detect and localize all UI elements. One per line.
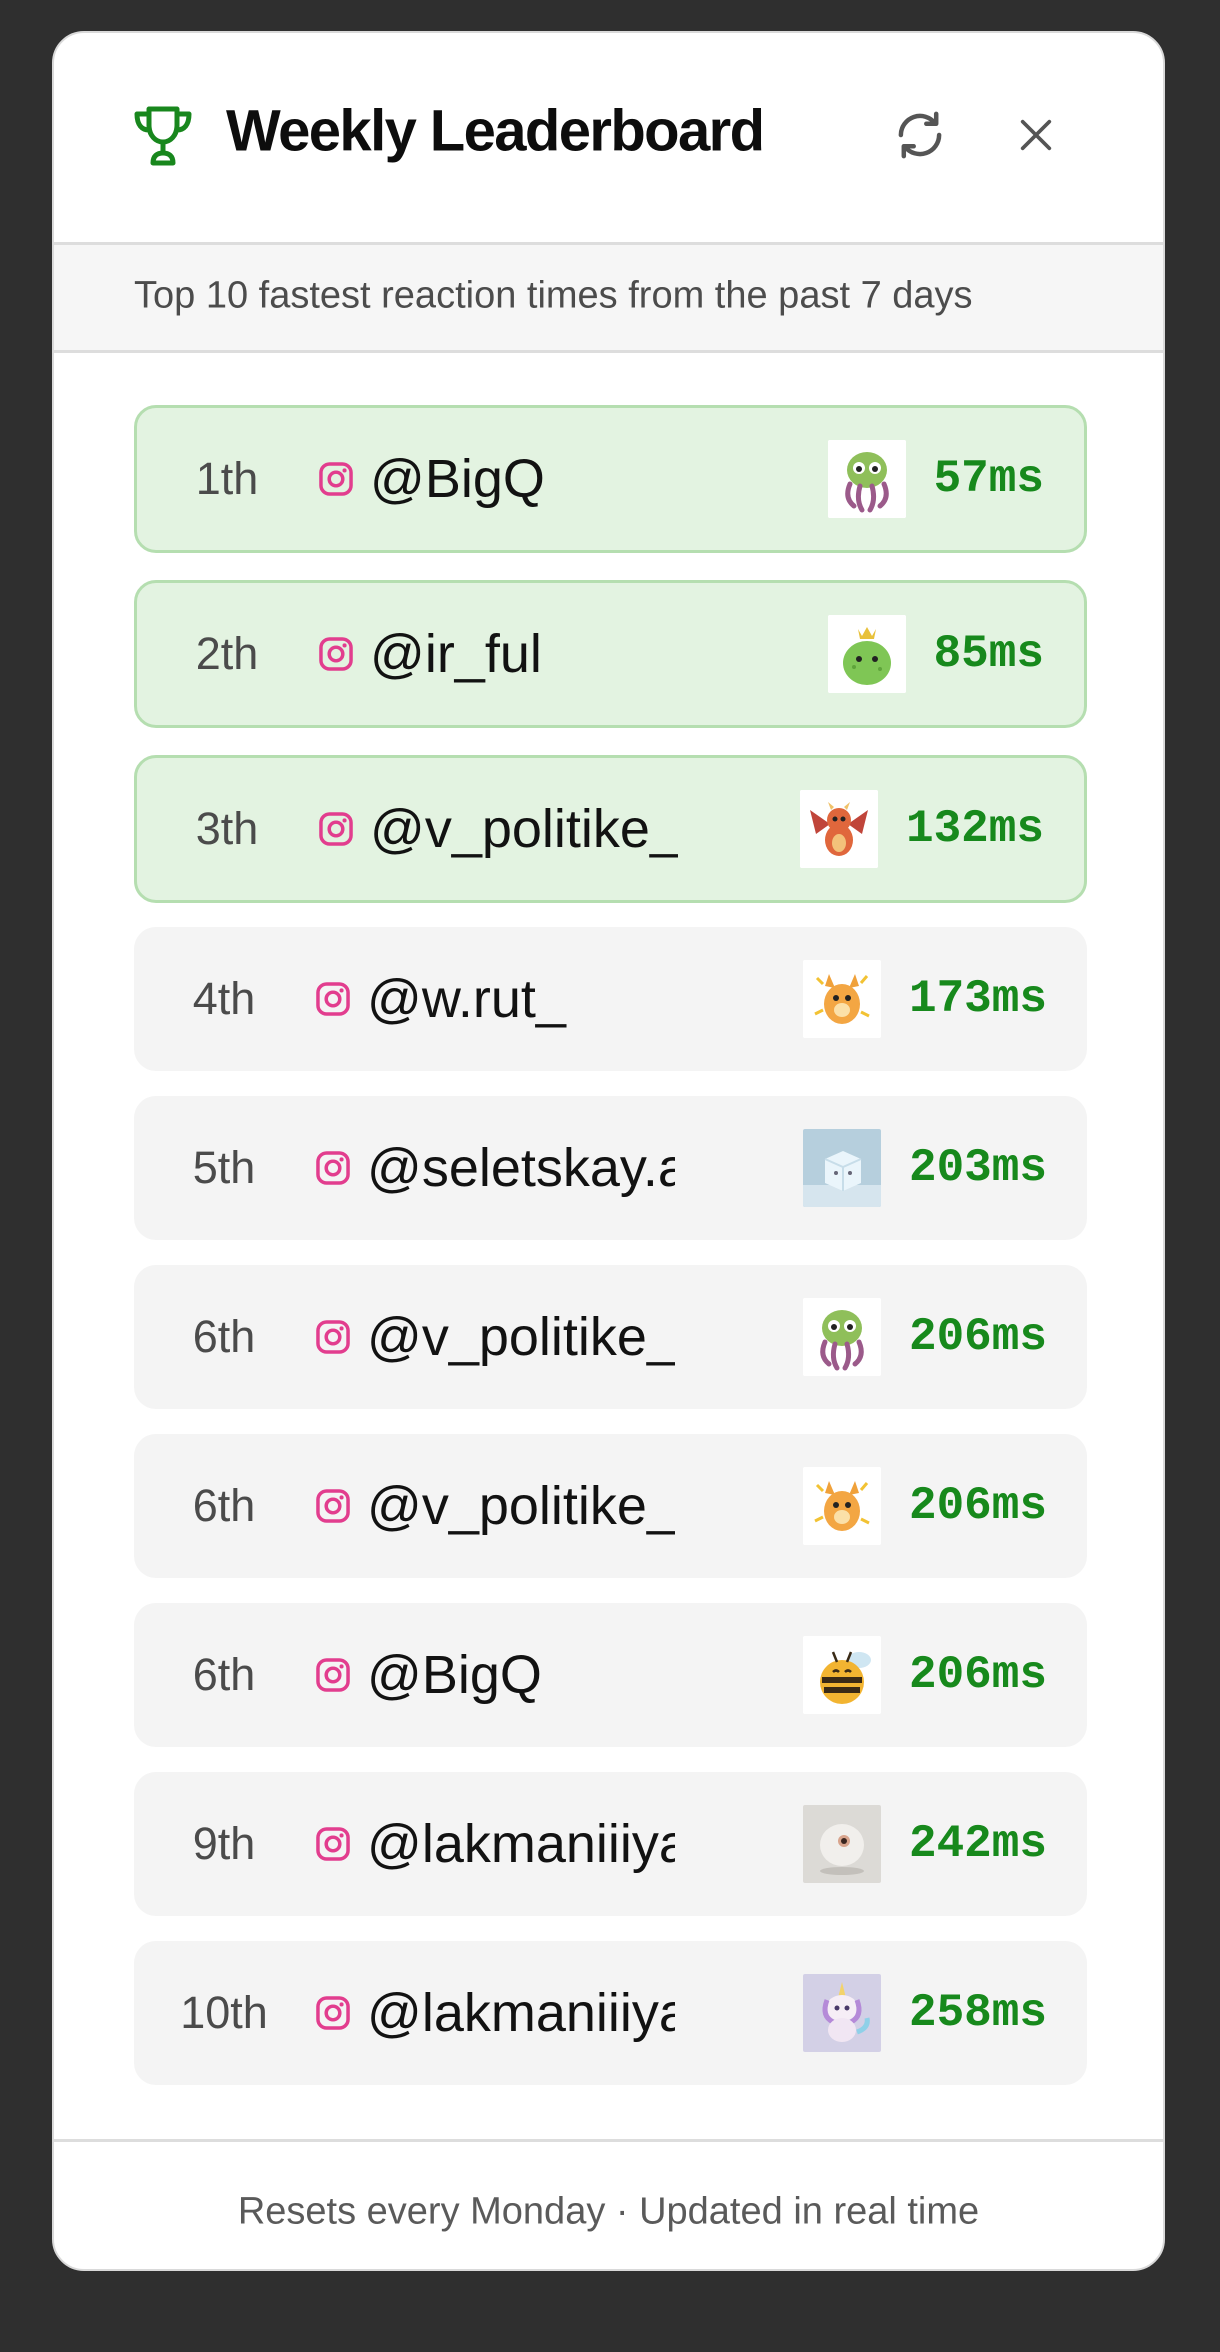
reaction-time: 258ms	[908, 1987, 1047, 2039]
rank-label: 4th	[192, 973, 256, 1024]
white-puffball-icon	[803, 1805, 881, 1883]
reaction-time: 85ms	[933, 628, 1044, 680]
close-button[interactable]	[999, 98, 1073, 172]
instagram-icon	[316, 1827, 350, 1861]
reaction-time: 57ms	[933, 453, 1044, 505]
reaction-time: 242ms	[908, 1818, 1047, 1870]
leaderboard-row[interactable]: 9th @lakmaniiiya 242ms	[134, 1772, 1087, 1916]
trophy-icon	[134, 106, 192, 166]
leaderboard-modal: Weekly Leaderboard Top 10 fastest reacti…	[52, 31, 1165, 2271]
avatar	[803, 1467, 881, 1545]
leaderboard-row[interactable]: 6th @v_politike_ 206ms	[134, 1265, 1087, 1409]
instagram-icon	[316, 1320, 350, 1354]
modal-footer: Resets every Monday · Updated in real ti…	[54, 2139, 1163, 2269]
user-handle[interactable]: @ir_ful	[370, 623, 678, 685]
instagram-icon	[316, 1658, 350, 1692]
green-octopus-icon	[803, 1298, 881, 1376]
user-handle[interactable]: @w.rut_	[367, 968, 675, 1030]
rank-label: 3th	[195, 803, 259, 854]
avatar	[803, 1636, 881, 1714]
leaderboard-row[interactable]: 10th @lakmaniiiya 258ms	[134, 1941, 1087, 2085]
reaction-time: 206ms	[908, 1480, 1047, 1532]
avatar	[828, 615, 906, 693]
user-handle[interactable]: @lakmaniiiya	[367, 1982, 675, 2044]
green-crowned-blob-icon	[828, 615, 906, 693]
user-handle[interactable]: @v_politike_	[367, 1475, 675, 1537]
green-octopus-icon	[828, 440, 906, 518]
reaction-time: 206ms	[908, 1311, 1047, 1363]
leaderboard-row[interactable]: 3th @v_politike_ 132ms	[134, 755, 1087, 903]
instagram-icon	[319, 812, 353, 846]
instagram-icon	[319, 462, 353, 496]
leaderboard-row[interactable]: 1th @BigQ 57ms	[134, 405, 1087, 553]
rank-label: 1th	[195, 453, 259, 504]
subtitle: Top 10 fastest reaction times from the p…	[134, 274, 973, 317]
ice-cube-icon	[803, 1129, 881, 1207]
rank-label: 6th	[192, 1649, 256, 1700]
rank-label: 6th	[192, 1480, 256, 1531]
avatar	[828, 440, 906, 518]
leaderboard-row[interactable]: 6th @BigQ 206ms	[134, 1603, 1087, 1747]
bee-icon	[803, 1636, 881, 1714]
instagram-icon	[316, 1489, 350, 1523]
refresh-button[interactable]	[883, 98, 957, 172]
avatar	[800, 790, 878, 868]
rank-label: 6th	[192, 1311, 256, 1362]
unicorn-cat-icon	[803, 1974, 881, 2052]
leaderboard-row[interactable]: 4th @w.rut_ 173ms	[134, 927, 1087, 1071]
instagram-icon	[316, 1151, 350, 1185]
rank-label: 9th	[192, 1818, 256, 1869]
user-handle[interactable]: @BigQ	[370, 448, 678, 510]
reaction-time: 203ms	[908, 1142, 1047, 1194]
user-handle[interactable]: @lakmaniiiya	[367, 1813, 675, 1875]
instagram-icon	[316, 1996, 350, 2030]
subtitle-bar: Top 10 fastest reaction times from the p…	[54, 245, 1163, 353]
rank-label: 2th	[195, 628, 259, 679]
user-handle[interactable]: @BigQ	[367, 1644, 675, 1706]
avatar	[803, 1974, 881, 2052]
rank-label: 10th	[180, 1987, 268, 2038]
avatar	[803, 960, 881, 1038]
leaderboard-row[interactable]: 2th @ir_ful 85ms	[134, 580, 1087, 728]
avatar	[803, 1129, 881, 1207]
refresh-icon	[898, 111, 942, 159]
footer-note: Resets every Monday · Updated in real ti…	[237, 2190, 980, 2233]
orange-electric-critter-icon	[803, 960, 881, 1038]
avatar	[803, 1298, 881, 1376]
rank-label: 5th	[192, 1142, 256, 1193]
reaction-time: 206ms	[908, 1649, 1047, 1701]
close-icon	[1020, 119, 1052, 151]
red-dragon-icon	[800, 790, 878, 868]
instagram-icon	[316, 982, 350, 1016]
modal-header: Weekly Leaderboard	[54, 33, 1163, 245]
user-handle[interactable]: @v_politike_	[370, 798, 678, 860]
user-handle[interactable]: @v_politike_	[367, 1306, 675, 1368]
user-handle[interactable]: @seletskay.a	[367, 1137, 675, 1199]
leaderboard-row[interactable]: 5th @seletskay.a 203ms	[134, 1096, 1087, 1240]
reaction-time: 173ms	[908, 973, 1047, 1025]
orange-electric-critter-icon	[803, 1467, 881, 1545]
avatar	[803, 1805, 881, 1883]
reaction-time: 132ms	[905, 803, 1044, 855]
instagram-icon	[319, 637, 353, 671]
page-title: Weekly Leaderboard	[226, 98, 765, 164]
leaderboard-row[interactable]: 6th @v_politike_ 206ms	[134, 1434, 1087, 1578]
